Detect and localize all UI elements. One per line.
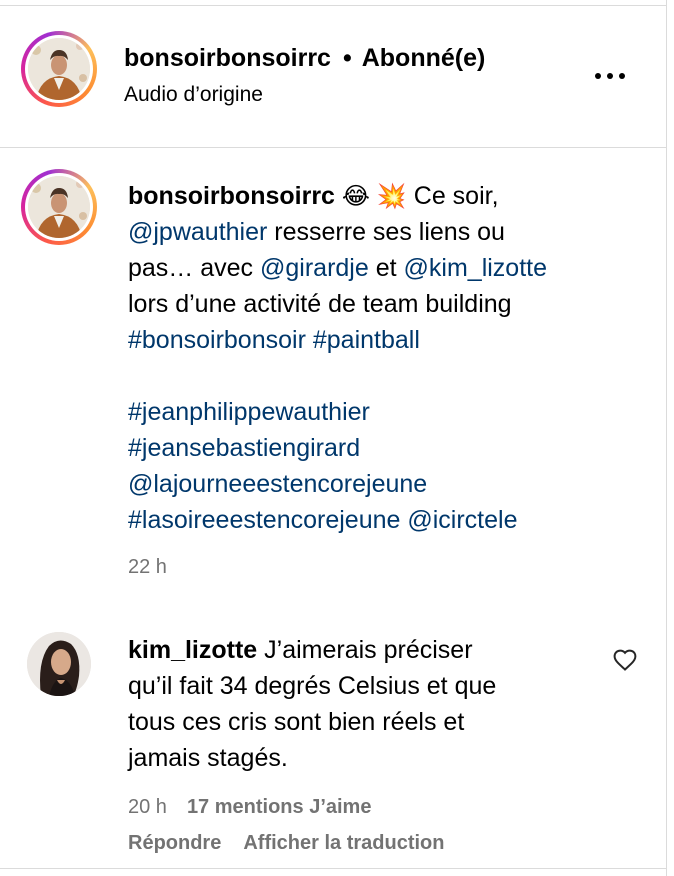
caption-line: lors d’une activité de team building [128, 286, 628, 322]
caption-avatar[interactable] [21, 169, 97, 245]
caption-text: lors d’une activité de team building [128, 290, 512, 318]
header-title-line: bonsoirbonsoirrc • Abonné(e) [124, 42, 485, 74]
caption-text [306, 326, 313, 354]
follow-status-button[interactable]: Abonné(e) [362, 44, 486, 72]
mention-link[interactable]: @girardje [260, 254, 369, 282]
more-options-icon[interactable] [592, 66, 632, 86]
comment-avatar[interactable] [27, 632, 91, 696]
caption-line: pas… avec @girardje et @kim_lizotte [128, 250, 628, 286]
comment-text-segment: J’aimerais préciser [257, 636, 473, 664]
comment-line: tous ces cris sont bien réels et [128, 704, 598, 740]
caption-line: bonsoirbonsoirrc 😂 💥 Ce soir, [128, 178, 628, 214]
comment-text-segment: jamais stagés. [128, 744, 288, 772]
caption-timestamp[interactable]: 22 h [128, 553, 167, 581]
caption-line: @jpwauthier resserre ses liens ou [128, 214, 628, 250]
comment-line: jamais stagés. [128, 740, 598, 776]
comment-text: kim_lizotte J’aimerais préciser qu’il fai… [128, 632, 598, 776]
heart-outline-icon[interactable] [612, 648, 638, 672]
caption-line: #jeansebastiengirard [128, 430, 628, 466]
caption-text: et [368, 254, 404, 282]
profile-photo-icon [28, 38, 90, 100]
post-caption: bonsoirbonsoirrc 😂 💥 Ce soir, @jpwauthie… [128, 178, 628, 538]
post-panel: bonsoirbonsoirrc • Abonné(e) Audio d’origi… [0, 0, 667, 876]
comment-timestamp[interactable]: 20 h [128, 796, 167, 818]
header-separator: • [342, 44, 352, 72]
collision-emoji-icon: 💥 [376, 183, 407, 210]
caption-text: Ce soir, [406, 182, 499, 210]
caption-text: resserre ses liens ou [267, 218, 505, 246]
caption-line: @lajourneeestencorejeune [128, 466, 628, 502]
reply-button[interactable]: Répondre [128, 832, 221, 854]
hashtag-link[interactable]: #jeansebastiengirard [128, 434, 360, 462]
mention-link[interactable]: @kim_lizotte [404, 254, 547, 282]
caption-line [128, 358, 628, 394]
laughing-emoji-icon: 😂 [341, 183, 370, 210]
caption-username[interactable]: bonsoirbonsoirrc [128, 182, 335, 210]
header-avatar[interactable] [21, 31, 97, 107]
comment-actions: Répondre Afficher la traduction [128, 829, 444, 857]
comment-text-segment: qu’il fait 34 degrés Celsius et que [128, 672, 497, 700]
profile-photo-icon [28, 176, 90, 238]
comment-username[interactable]: kim_lizotte [128, 636, 257, 664]
comment-text-segment: tous ces cris sont bien réels et [128, 708, 465, 736]
audio-label[interactable]: Audio d’origine [124, 81, 263, 109]
header-divider [0, 147, 666, 148]
hashtag-link[interactable]: #bonsoirbonsoir [128, 326, 306, 354]
mention-link[interactable]: @icirctele [407, 506, 517, 534]
top-divider [0, 5, 666, 6]
hashtag-link[interactable]: #jeanphilippewauthier [128, 398, 370, 426]
comment-meta: 20 h 17 mentions J’aime [128, 793, 371, 821]
caption-line: #jeanphilippewauthier [128, 394, 628, 430]
comment-line: kim_lizotte J’aimerais préciser [128, 632, 598, 668]
bottom-divider [0, 868, 666, 869]
mention-link[interactable]: @jpwauthier [128, 218, 267, 246]
hashtag-link[interactable]: #paintball [313, 326, 420, 354]
hashtag-link[interactable]: #lasoireeestencorejeune [128, 506, 400, 534]
caption-line: #bonsoirbonsoir #paintball [128, 322, 628, 358]
comment-likes-count[interactable]: 17 mentions J’aime [187, 796, 372, 818]
header-username[interactable]: bonsoirbonsoirrc [124, 44, 331, 72]
show-translation-button[interactable]: Afficher la traduction [243, 832, 444, 854]
comment-line: qu’il fait 34 degrés Celsius et que [128, 668, 598, 704]
caption-line: #lasoireeestencorejeune @icirctele [128, 502, 628, 538]
profile-photo-icon [27, 632, 91, 696]
mention-link[interactable]: @lajourneeestencorejeune [128, 470, 427, 498]
caption-text: pas… avec [128, 254, 261, 282]
